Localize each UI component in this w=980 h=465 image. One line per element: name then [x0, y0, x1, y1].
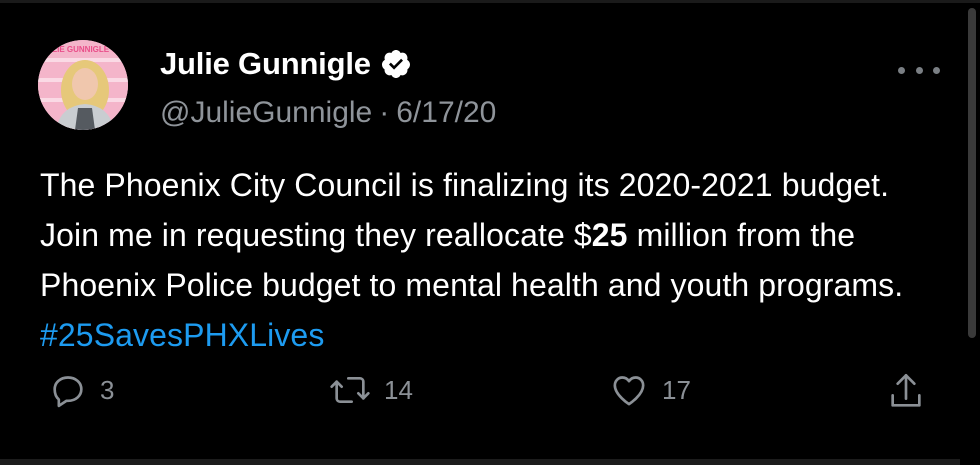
hashtag-link[interactable]: #25SavesPHXLives: [40, 317, 324, 353]
like-button[interactable]: 17: [608, 370, 691, 410]
share-button[interactable]: [886, 370, 926, 414]
retweet-button[interactable]: 14: [328, 370, 413, 410]
author-handle[interactable]: @JulieGunnigle: [160, 96, 372, 130]
tweet-date[interactable]: 6/17/20: [396, 96, 496, 130]
divider: [0, 459, 960, 465]
share-icon: [886, 370, 926, 414]
display-name[interactable]: Julie Gunnigle: [160, 46, 371, 82]
heart-icon: [608, 370, 650, 410]
avatar-backdrop-text: JULIE GUNNIGLE COUNTY: [42, 45, 128, 54]
retweet-icon: [328, 370, 372, 410]
reply-count: 3: [100, 374, 115, 405]
like-count: 17: [662, 374, 691, 405]
tweet-text-bold: 25: [591, 217, 628, 253]
divider: [0, 0, 980, 3]
tweet-text: The Phoenix City Council is finalizing i…: [40, 160, 940, 360]
tweet-actions: 3 14 17: [0, 370, 980, 420]
scrollbar[interactable]: [968, 8, 976, 338]
more-options-icon[interactable]: [898, 60, 940, 80]
avatar[interactable]: JULIE GUNNIGLE COUNTY: [38, 40, 128, 130]
separator-dot: ·: [379, 96, 390, 129]
retweet-count: 14: [384, 374, 413, 405]
verified-badge-icon: [380, 48, 412, 80]
avatar-image: JULIE GUNNIGLE COUNTY: [38, 40, 128, 130]
reply-button[interactable]: 3: [48, 370, 114, 410]
author-meta-row: @JulieGunnigle · 6/17/20: [160, 96, 496, 130]
tweet-card[interactable]: JULIE GUNNIGLE COUNTY Julie Gunnigle @Ju…: [0, 0, 980, 465]
author-name-row: Julie Gunnigle: [160, 46, 412, 82]
reply-icon: [48, 370, 88, 410]
